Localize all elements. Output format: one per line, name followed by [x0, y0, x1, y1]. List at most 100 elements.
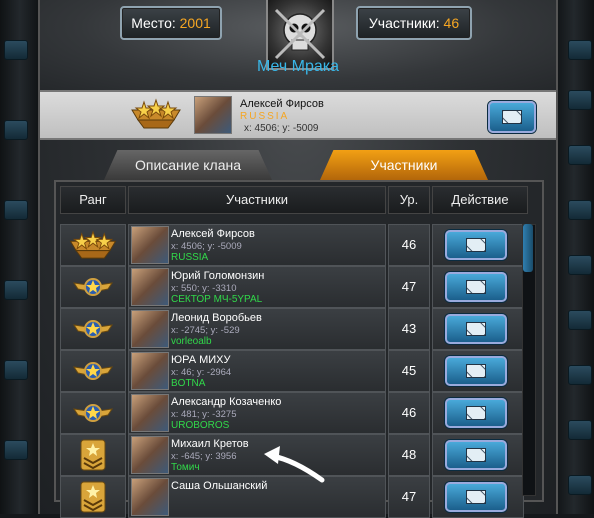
rank-cell	[60, 350, 126, 392]
leader-message-button[interactable]	[488, 101, 536, 133]
envelope-icon	[466, 238, 486, 252]
winged-star-rank-icon	[61, 267, 125, 307]
member-cell[interactable]: ЮРА МИХУ x: 46; y: -2964 BOTNA	[128, 350, 386, 392]
member-clan: Томич	[171, 462, 200, 473]
message-button[interactable]	[445, 314, 507, 344]
member-cell[interactable]: Леонид Воробьев x: -2745; y: -529 vorleo…	[128, 308, 386, 350]
message-button[interactable]	[445, 482, 507, 512]
winged-star-rank-icon	[61, 309, 125, 349]
member-clan: UROBOROS	[171, 420, 230, 431]
action-cell	[432, 308, 524, 350]
envelope-icon	[466, 364, 486, 378]
three-stars-rank-icon	[61, 225, 125, 265]
member-avatar[interactable]	[131, 352, 169, 390]
member-avatar[interactable]	[131, 478, 169, 516]
member-name: Александр Козаченко	[171, 396, 282, 408]
member-cell[interactable]: Михаил Кретов x: -645; y: 3956 Томич	[128, 434, 386, 476]
rank-cell	[60, 392, 126, 434]
right-side-panel	[554, 0, 594, 514]
level-cell: 46	[388, 224, 430, 266]
table-row: Леонид Воробьев x: -2745; y: -529 vorleo…	[60, 308, 524, 350]
level-cell: 45	[388, 350, 430, 392]
message-button[interactable]	[445, 230, 507, 260]
leader-avatar[interactable]	[194, 96, 232, 134]
winged-star-rank-icon	[61, 351, 125, 391]
table-row: Алексей Фирсов x: 4506; y: -5009 RUSSIA …	[60, 224, 524, 266]
envelope-icon	[466, 280, 486, 294]
place-label: Место:	[131, 15, 176, 31]
member-clan: BOTNA	[171, 378, 206, 389]
rank-cell	[60, 266, 126, 308]
left-side-panel	[0, 0, 40, 514]
member-coords: x: -645; y: 3956	[171, 451, 237, 462]
message-button[interactable]	[445, 398, 507, 428]
member-level: 43	[401, 321, 417, 336]
action-cell	[432, 266, 524, 308]
member-cell[interactable]: Саша Ольшанский	[128, 476, 386, 518]
scrollbar-thumb[interactable]	[523, 224, 533, 272]
member-avatar[interactable]	[131, 310, 169, 348]
member-coords: x: 46; y: -2964	[171, 367, 232, 378]
member-clan: vorleoalb	[171, 336, 212, 347]
member-avatar[interactable]	[131, 268, 169, 306]
header-level: Ур.	[388, 186, 430, 214]
envelope-icon	[466, 490, 486, 504]
winged-star-rank-icon	[61, 393, 125, 433]
rank-cell	[60, 308, 126, 350]
member-name: Юрий Голомонзин	[171, 270, 265, 282]
clan-name: Меч Мрака	[256, 58, 340, 75]
members-label: Участники:	[368, 15, 440, 31]
envelope-icon	[466, 406, 486, 420]
header-members: Участники	[128, 186, 386, 214]
sergeant-rank-icon	[61, 477, 125, 517]
member-level: 46	[401, 237, 417, 252]
member-cell[interactable]: Алексей Фирсов x: 4506; y: -5009 RUSSIA	[128, 224, 386, 266]
action-cell	[432, 350, 524, 392]
member-coords: x: -2745; y: -529	[171, 325, 240, 336]
member-avatar[interactable]	[131, 226, 169, 264]
action-cell	[432, 476, 524, 518]
tab-clan-description[interactable]: Описание клана	[104, 150, 272, 180]
three-stars-rank-icon	[131, 98, 181, 129]
clan-header: Место: 2001 Участники: 46 Меч Мрака	[40, 0, 556, 90]
member-avatar[interactable]	[131, 394, 169, 432]
member-clan: RUSSIA	[171, 252, 209, 263]
rank-cell	[60, 434, 126, 476]
member-level: 48	[401, 447, 417, 462]
message-button[interactable]	[445, 272, 507, 302]
member-level: 46	[401, 405, 417, 420]
level-cell: 43	[388, 308, 430, 350]
leader-country: RUSSIA	[240, 111, 290, 122]
place-value: 2001	[179, 15, 211, 31]
sergeant-rank-icon	[61, 435, 125, 475]
header-rank: Ранг	[60, 186, 126, 214]
table-row: Юрий Голомонзин x: 550; y: -3310 СЕКТОР …	[60, 266, 524, 308]
member-clan: СЕКТОР МЧ-5YPAL	[171, 294, 263, 305]
member-cell[interactable]: Юрий Голомонзин x: 550; y: -3310 СЕКТОР …	[128, 266, 386, 308]
member-name: ЮРА МИХУ	[171, 354, 231, 366]
arrow-annotation	[264, 446, 325, 483]
member-name: Саша Ольшанский	[171, 480, 268, 492]
member-name: Михаил Кретов	[171, 438, 249, 450]
rank-cell	[60, 224, 126, 266]
member-name: Леонид Воробьев	[171, 312, 262, 324]
message-button[interactable]	[445, 440, 507, 470]
member-level: 45	[401, 363, 417, 378]
level-cell: 48	[388, 434, 430, 476]
member-cell[interactable]: Александр Козаченко x: 481; y: -3275 URO…	[128, 392, 386, 434]
level-cell: 47	[388, 266, 430, 308]
member-coords: x: 481; y: -3275	[171, 409, 237, 420]
header-action: Действие	[432, 186, 528, 214]
action-cell	[432, 224, 524, 266]
members-box: Участники: 46	[356, 6, 472, 40]
message-button[interactable]	[445, 356, 507, 386]
tab-members[interactable]: Участники	[320, 150, 488, 180]
member-name: Алексей Фирсов	[171, 228, 255, 240]
place-box: Место: 2001	[120, 6, 222, 40]
table-row: ЮРА МИХУ x: 46; y: -2964 BOTNA 45	[60, 350, 524, 392]
members-value: 46	[443, 15, 460, 31]
envelope-icon	[502, 110, 522, 124]
envelope-icon	[466, 322, 486, 336]
rank-cell	[60, 476, 126, 518]
member-avatar[interactable]	[131, 436, 169, 474]
